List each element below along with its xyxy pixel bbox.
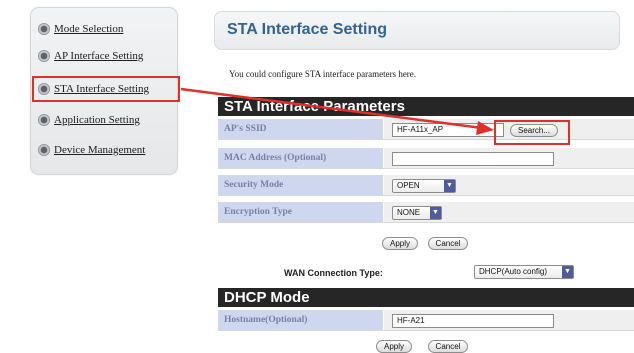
sta-cancel-button[interactable]: Cancel	[428, 237, 468, 250]
dhcp-section-title: DHCP Mode	[218, 288, 634, 307]
radio-bullet-icon	[38, 114, 50, 126]
encryption-row: Encryption Type NONE ▼	[218, 202, 634, 223]
dropdown-arrow-icon: ▼	[444, 180, 455, 192]
security-mode-select[interactable]: OPEN ▼	[392, 179, 456, 193]
wan-connection-select[interactable]: DHCP(Auto config) ▼	[474, 265, 574, 279]
radio-bullet-icon	[38, 50, 50, 62]
search-button-highlight	[494, 120, 570, 145]
sidebar-item-ap-interface[interactable]: AP Interface Setting	[38, 47, 143, 65]
dhcp-apply-button[interactable]: Apply	[376, 340, 412, 353]
radio-bullet-icon	[38, 144, 50, 156]
wan-connection-value: DHCP(Auto config)	[479, 267, 548, 276]
security-label: Security Mode	[218, 175, 384, 195]
dhcp-cancel-button[interactable]: Cancel	[428, 340, 468, 353]
sidebar-item-application[interactable]: Application Setting	[38, 111, 140, 129]
dropdown-arrow-icon: ▼	[430, 207, 441, 219]
selected-item-highlight	[32, 76, 180, 102]
sidebar-item-device-management[interactable]: Device Management	[38, 141, 145, 159]
ssid-input[interactable]: HF-A11x_AP	[392, 123, 504, 137]
security-mode-value: OPEN	[397, 181, 420, 190]
security-value-cell: OPEN ▼	[386, 175, 634, 195]
sta-section-title: STA Interface Parameters	[218, 97, 634, 116]
page-title: STA Interface Setting	[227, 21, 388, 38]
sidebar-item-label: AP Interface Setting	[54, 50, 144, 62]
sta-apply-button[interactable]: Apply	[382, 237, 418, 250]
mac-row: MAC Address (Optional)	[218, 148, 634, 169]
sidebar-item-mode-selection[interactable]: Mode Selection	[38, 20, 123, 38]
wan-connection-label: WAN Connection Type:	[284, 268, 383, 278]
mac-value-cell	[386, 148, 634, 168]
dropdown-arrow-icon: ▼	[562, 266, 573, 278]
hostname-input[interactable]: HF-A21	[392, 314, 554, 328]
ssid-row: AP's SSID HF-A11x_AP Search...	[218, 119, 634, 140]
mac-address-input[interactable]	[392, 152, 554, 166]
encryption-value-cell: NONE ▼	[386, 202, 634, 222]
intro-text: You could configure STA interface parame…	[229, 69, 417, 79]
hostname-label: Hostname(Optional)	[218, 310, 384, 330]
radio-bullet-icon	[38, 23, 50, 35]
page-header: STA Interface Setting	[214, 11, 620, 50]
ssid-label: AP's SSID	[218, 119, 384, 139]
hostname-row: Hostname(Optional) HF-A21	[218, 310, 634, 331]
sidebar-item-label: Application Setting	[54, 114, 140, 126]
encryption-type-select[interactable]: NONE ▼	[392, 206, 442, 220]
hostname-value-cell: HF-A21	[386, 310, 634, 330]
security-row: Security Mode OPEN ▼	[218, 175, 634, 196]
sidebar-item-label: Device Management	[54, 144, 146, 156]
sidebar-item-label: Mode Selection	[54, 23, 124, 35]
encryption-type-value: NONE	[397, 208, 421, 217]
encryption-label: Encryption Type	[218, 202, 384, 222]
mac-label: MAC Address (Optional)	[218, 148, 384, 168]
